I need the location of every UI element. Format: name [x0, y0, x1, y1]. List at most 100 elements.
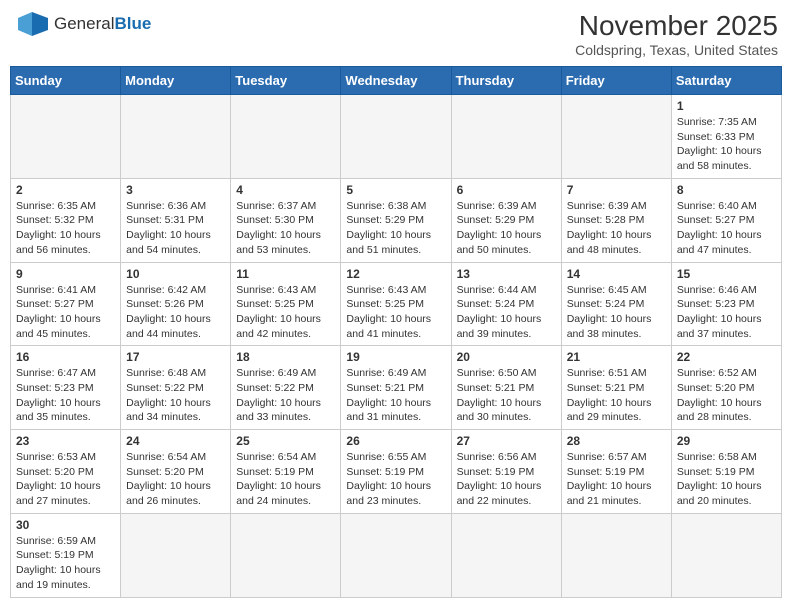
table-row	[451, 95, 561, 179]
table-row: 3 Sunrise: 6:36 AM Sunset: 5:31 PM Daylig…	[121, 178, 231, 262]
day-number: 11	[236, 267, 335, 281]
table-row: 25 Sunrise: 6:54 AM Sunset: 5:19 PM Dayli…	[231, 430, 341, 514]
day-number: 2	[16, 183, 115, 197]
day-number: 6	[457, 183, 556, 197]
table-row: 17 Sunrise: 6:48 AM Sunset: 5:22 PM Dayli…	[121, 346, 231, 430]
col-wednesday: Wednesday	[341, 67, 451, 95]
day-info: Sunrise: 6:55 AM Sunset: 5:19 PM Dayligh…	[346, 450, 445, 509]
page-header: GeneralBlue November 2025 Coldspring, Te…	[10, 10, 782, 58]
generalblue-logo-icon	[14, 10, 50, 38]
table-row	[451, 513, 561, 597]
day-info: Sunrise: 6:41 AM Sunset: 5:27 PM Dayligh…	[16, 283, 115, 342]
col-thursday: Thursday	[451, 67, 561, 95]
table-row: 22Sunrise: 6:52 AM Sunset: 5:20 PM Dayli…	[671, 346, 781, 430]
table-row	[341, 95, 451, 179]
table-row: 23Sunrise: 6:53 AM Sunset: 5:20 PM Dayli…	[11, 430, 121, 514]
day-number: 5	[346, 183, 445, 197]
location: Coldspring, Texas, United States	[575, 42, 778, 58]
table-row	[121, 513, 231, 597]
title-block: November 2025 Coldspring, Texas, United …	[575, 10, 778, 58]
day-info: Sunrise: 6:54 AM Sunset: 5:19 PM Dayligh…	[236, 450, 335, 509]
table-row	[671, 513, 781, 597]
table-row: 10 Sunrise: 6:42 AM Sunset: 5:26 PM Dayli…	[121, 262, 231, 346]
day-info: Sunrise: 6:35 AM Sunset: 5:32 PM Dayligh…	[16, 199, 115, 258]
calendar-week-row: 30Sunrise: 6:59 AM Sunset: 5:19 PM Dayli…	[11, 513, 782, 597]
logo: GeneralBlue	[14, 10, 151, 38]
table-row: 6 Sunrise: 6:39 AM Sunset: 5:29 PM Daylig…	[451, 178, 561, 262]
table-row: 28 Sunrise: 6:57 AM Sunset: 5:19 PM Dayli…	[561, 430, 671, 514]
day-info: Sunrise: 6:43 AM Sunset: 5:25 PM Dayligh…	[236, 283, 335, 342]
day-info: Sunrise: 6:43 AM Sunset: 5:25 PM Dayligh…	[346, 283, 445, 342]
day-number: 26	[346, 434, 445, 448]
day-info: Sunrise: 6:58 AM Sunset: 5:19 PM Dayligh…	[677, 450, 776, 509]
logo-text: GeneralBlue	[54, 14, 151, 34]
calendar-week-row: 1 Sunrise: 7:35 AM Sunset: 6:33 PM Daylig…	[11, 95, 782, 179]
table-row: 21 Sunrise: 6:51 AM Sunset: 5:21 PM Dayli…	[561, 346, 671, 430]
table-row	[11, 95, 121, 179]
table-row: 19Sunrise: 6:49 AM Sunset: 5:21 PM Dayli…	[341, 346, 451, 430]
day-number: 3	[126, 183, 225, 197]
col-tuesday: Tuesday	[231, 67, 341, 95]
day-info: Sunrise: 6:49 AM Sunset: 5:22 PM Dayligh…	[236, 366, 335, 425]
day-info: Sunrise: 6:48 AM Sunset: 5:22 PM Dayligh…	[126, 366, 225, 425]
day-info: Sunrise: 7:35 AM Sunset: 6:33 PM Dayligh…	[677, 115, 776, 174]
day-info: Sunrise: 6:39 AM Sunset: 5:28 PM Dayligh…	[567, 199, 666, 258]
day-info: Sunrise: 6:36 AM Sunset: 5:31 PM Dayligh…	[126, 199, 225, 258]
table-row: 12 Sunrise: 6:43 AM Sunset: 5:25 PM Dayli…	[341, 262, 451, 346]
day-number: 17	[126, 350, 225, 364]
day-number: 29	[677, 434, 776, 448]
day-number: 20	[457, 350, 556, 364]
day-info: Sunrise: 6:52 AM Sunset: 5:20 PM Dayligh…	[677, 366, 776, 425]
table-row	[121, 95, 231, 179]
day-info: Sunrise: 6:39 AM Sunset: 5:29 PM Dayligh…	[457, 199, 556, 258]
table-row: 13 Sunrise: 6:44 AM Sunset: 5:24 PM Dayli…	[451, 262, 561, 346]
day-number: 15	[677, 267, 776, 281]
day-info: Sunrise: 6:54 AM Sunset: 5:20 PM Dayligh…	[126, 450, 225, 509]
day-number: 10	[126, 267, 225, 281]
day-number: 25	[236, 434, 335, 448]
table-row: 26 Sunrise: 6:55 AM Sunset: 5:19 PM Dayli…	[341, 430, 451, 514]
day-number: 13	[457, 267, 556, 281]
table-row: 1 Sunrise: 7:35 AM Sunset: 6:33 PM Daylig…	[671, 95, 781, 179]
day-info: Sunrise: 6:50 AM Sunset: 5:21 PM Dayligh…	[457, 366, 556, 425]
table-row	[231, 95, 341, 179]
day-info: Sunrise: 6:38 AM Sunset: 5:29 PM Dayligh…	[346, 199, 445, 258]
day-number: 18	[236, 350, 335, 364]
day-number: 28	[567, 434, 666, 448]
table-row: 2 Sunrise: 6:35 AM Sunset: 5:32 PM Daylig…	[11, 178, 121, 262]
table-row: 27Sunrise: 6:56 AM Sunset: 5:19 PM Dayli…	[451, 430, 561, 514]
table-row: 9Sunrise: 6:41 AM Sunset: 5:27 PM Daylig…	[11, 262, 121, 346]
day-info: Sunrise: 6:42 AM Sunset: 5:26 PM Dayligh…	[126, 283, 225, 342]
day-number: 23	[16, 434, 115, 448]
table-row	[561, 95, 671, 179]
day-number: 1	[677, 99, 776, 113]
day-number: 30	[16, 518, 115, 532]
day-number: 21	[567, 350, 666, 364]
calendar-week-row: 9Sunrise: 6:41 AM Sunset: 5:27 PM Daylig…	[11, 262, 782, 346]
day-number: 12	[346, 267, 445, 281]
day-info: Sunrise: 6:49 AM Sunset: 5:21 PM Dayligh…	[346, 366, 445, 425]
col-monday: Monday	[121, 67, 231, 95]
calendar-week-row: 23Sunrise: 6:53 AM Sunset: 5:20 PM Dayli…	[11, 430, 782, 514]
day-info: Sunrise: 6:51 AM Sunset: 5:21 PM Dayligh…	[567, 366, 666, 425]
table-row	[341, 513, 451, 597]
day-number: 16	[16, 350, 115, 364]
col-sunday: Sunday	[11, 67, 121, 95]
table-row: 5 Sunrise: 6:38 AM Sunset: 5:29 PM Daylig…	[341, 178, 451, 262]
month-title: November 2025	[575, 10, 778, 42]
day-info: Sunrise: 6:44 AM Sunset: 5:24 PM Dayligh…	[457, 283, 556, 342]
table-row: 4Sunrise: 6:37 AM Sunset: 5:30 PM Daylig…	[231, 178, 341, 262]
col-friday: Friday	[561, 67, 671, 95]
day-number: 24	[126, 434, 225, 448]
day-info: Sunrise: 6:57 AM Sunset: 5:19 PM Dayligh…	[567, 450, 666, 509]
day-info: Sunrise: 6:46 AM Sunset: 5:23 PM Dayligh…	[677, 283, 776, 342]
day-number: 8	[677, 183, 776, 197]
calendar-week-row: 16Sunrise: 6:47 AM Sunset: 5:23 PM Dayli…	[11, 346, 782, 430]
day-info: Sunrise: 6:40 AM Sunset: 5:27 PM Dayligh…	[677, 199, 776, 258]
day-info: Sunrise: 6:56 AM Sunset: 5:19 PM Dayligh…	[457, 450, 556, 509]
table-row: 16Sunrise: 6:47 AM Sunset: 5:23 PM Dayli…	[11, 346, 121, 430]
day-info: Sunrise: 6:37 AM Sunset: 5:30 PM Dayligh…	[236, 199, 335, 258]
col-saturday: Saturday	[671, 67, 781, 95]
table-row: 7Sunrise: 6:39 AM Sunset: 5:28 PM Daylig…	[561, 178, 671, 262]
calendar-table: Sunday Monday Tuesday Wednesday Thursday…	[10, 66, 782, 598]
